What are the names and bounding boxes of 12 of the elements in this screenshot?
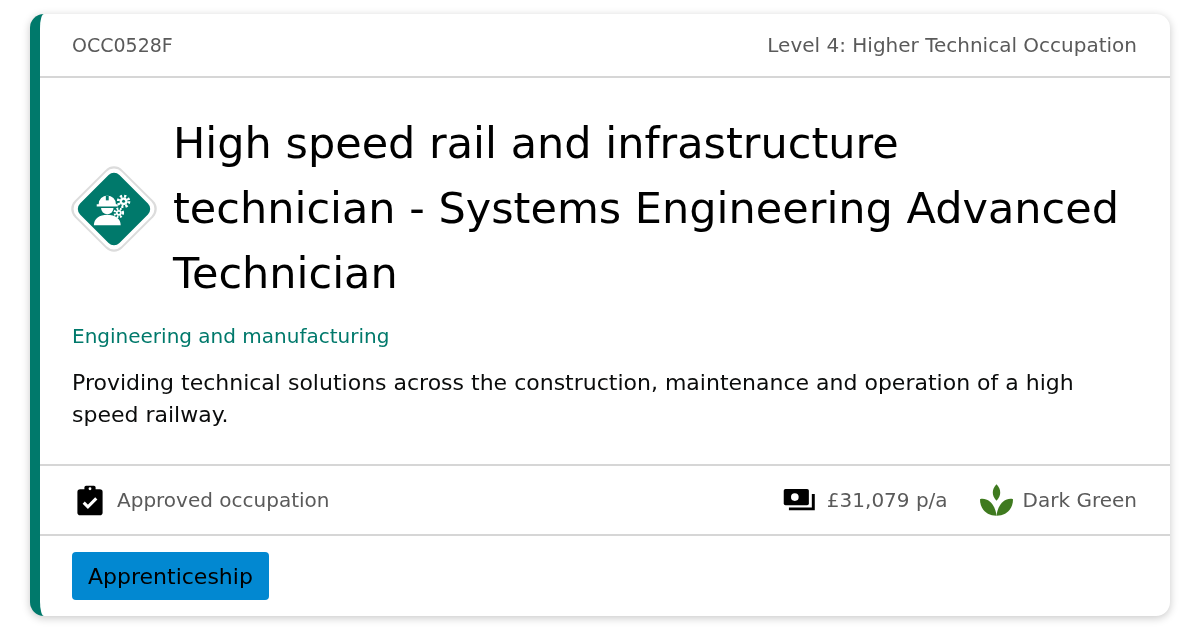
leaves-icon	[979, 484, 1013, 516]
banknotes-icon	[782, 488, 817, 512]
status-label: Approved occupation	[117, 487, 330, 514]
occupation-level: Level 4: Higher Technical Occupation	[767, 32, 1137, 59]
occupation-code: OCC0528F	[72, 32, 173, 58]
salary-label: £31,079 p/a	[826, 487, 948, 514]
rating-label: Dark Green	[1022, 487, 1137, 514]
clipboard-check-icon	[76, 484, 104, 516]
occupation-summary: Providing technical solutions across the construction, maintenance and operation of a high speed railway.	[72, 369, 1075, 429]
sector-label: Engineering and manufacturing	[72, 323, 391, 350]
occupation-title: High speed rail and infrastructure technician - Systems Engineering Advanced Technician	[173, 117, 1120, 300]
tag-badge: Apprenticeship	[72, 552, 269, 600]
